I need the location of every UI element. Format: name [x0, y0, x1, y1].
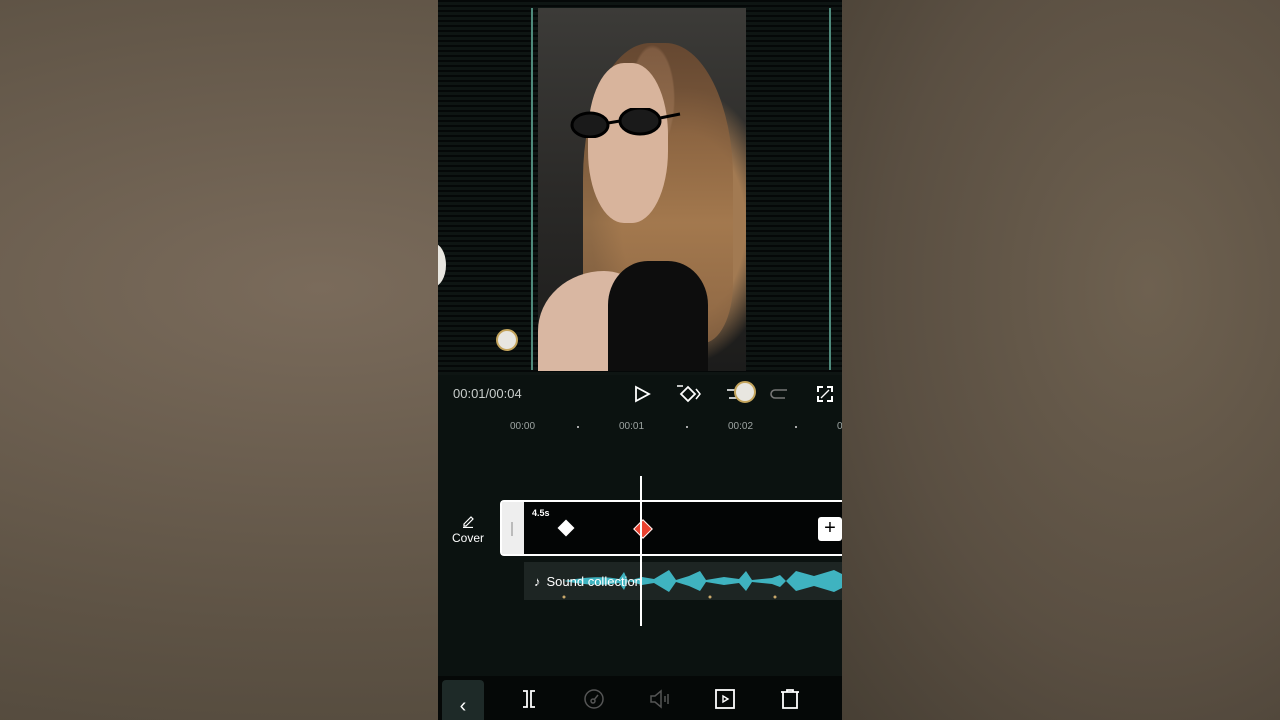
playhead[interactable]	[640, 476, 642, 626]
delete-icon[interactable]	[779, 688, 801, 710]
editor-screen: 00:01/00:04 00:00 00:01 00:02 0 Cover 4.…	[438, 0, 842, 720]
keyframe-marker-selected[interactable]	[633, 519, 653, 539]
ruler-dot	[795, 426, 797, 428]
redo-icon	[770, 389, 787, 399]
playback-time: 00:01/00:04	[453, 386, 522, 401]
redo-button[interactable]	[768, 380, 790, 408]
music-note-icon: ♪	[534, 574, 541, 589]
back-button[interactable]: ‹	[442, 680, 484, 720]
video-preview-image[interactable]	[538, 8, 746, 371]
fullscreen-button[interactable]	[814, 380, 836, 408]
ruler-tick: 00:00	[510, 421, 536, 432]
clip-duration: 4.5s	[532, 508, 550, 518]
ruler-dot	[577, 426, 579, 428]
bottom-toolbar: ‹	[438, 676, 842, 720]
ruler-tick: 00:02	[728, 421, 754, 432]
clip-trim-handle[interactable]	[502, 502, 524, 554]
blurred-background-right	[842, 0, 1280, 720]
split-icon[interactable]	[518, 688, 540, 710]
play-button[interactable]	[630, 380, 654, 408]
guide-line-right	[829, 8, 831, 370]
add-clip-button[interactable]: +	[818, 517, 842, 541]
ruler-tick: 00:01	[619, 421, 645, 432]
guide-line-left	[531, 8, 533, 370]
preview-canvas	[438, 0, 842, 375]
cover-button[interactable]: Cover	[448, 514, 488, 545]
edit-icon	[463, 516, 474, 529]
fullscreen-icon	[817, 386, 833, 402]
overlay-handle[interactable]	[734, 381, 756, 403]
rotate-handle[interactable]	[438, 243, 446, 287]
keyframe-marker[interactable]	[557, 519, 575, 537]
speed-icon[interactable]	[583, 688, 605, 710]
transform-handle[interactable]	[496, 329, 518, 351]
volume-icon[interactable]	[649, 688, 671, 710]
cover-label: Cover	[451, 531, 484, 545]
play-icon	[635, 385, 651, 403]
animation-icon[interactable]	[714, 688, 736, 710]
audio-track[interactable]: ♪ Sound collection	[524, 562, 842, 600]
ruler-tick: 0	[837, 421, 842, 432]
keyframe-button[interactable]	[674, 380, 704, 408]
back-chevron-icon: ‹	[459, 695, 467, 717]
keyframe-icon	[677, 385, 701, 403]
audio-label: Sound collection	[546, 574, 642, 589]
ruler-dot	[686, 426, 688, 428]
video-clip[interactable]: 4.5s +	[500, 500, 842, 556]
